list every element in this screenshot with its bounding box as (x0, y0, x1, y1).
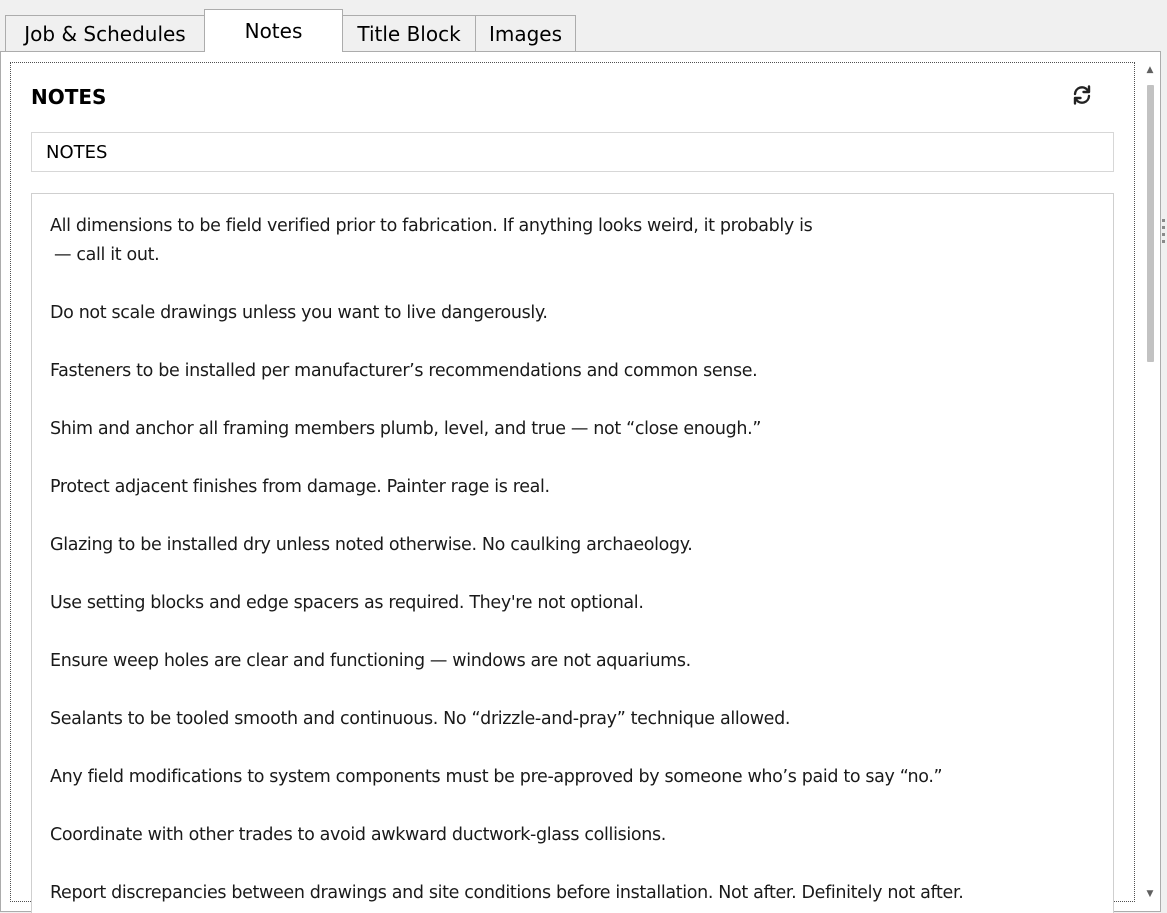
splitter-grip-icon[interactable] (1162, 219, 1166, 243)
note-line: Do not scale drawings unless you want to… (50, 303, 548, 323)
scroll-thumb[interactable] (1147, 85, 1154, 362)
note-line: Protect adjacent finishes from damage. P… (50, 477, 550, 497)
tab-job-schedules[interactable]: Job & Schedules (5, 15, 205, 51)
tab-notes[interactable]: Notes (204, 9, 343, 52)
note-line: Fasteners to be installed per manufactur… (50, 361, 758, 381)
vertical-scrollbar[interactable]: ▲ ▼ (1141, 62, 1159, 902)
notes-heading: NOTES (31, 85, 107, 109)
note-line: Report discrepancies between drawings an… (50, 883, 964, 903)
note-line: Ensure weep holes are clear and function… (50, 651, 691, 671)
note-line: — call it out. (54, 245, 160, 265)
note-line: Glazing to be installed dry unless noted… (50, 535, 693, 555)
scroll-down-arrow-icon[interactable]: ▼ (1141, 886, 1159, 902)
notes-textarea[interactable]: All dimensions to be field verified prio… (31, 193, 1114, 913)
note-line: Any field modifications to system compon… (50, 767, 943, 787)
note-line: Sealants to be tooled smooth and continu… (50, 709, 791, 729)
scroll-up-arrow-icon[interactable]: ▲ (1141, 62, 1159, 78)
tab-strip: Job & Schedules Notes Title Block Images (0, 0, 1167, 52)
notes-title-field[interactable] (31, 132, 1114, 172)
tab-images[interactable]: Images (475, 15, 576, 51)
note-line: All dimensions to be field verified prio… (50, 216, 813, 236)
note-line: Shim and anchor all framing members plum… (50, 419, 762, 439)
refresh-icon[interactable] (1069, 82, 1095, 108)
tab-title-block[interactable]: Title Block (342, 15, 476, 51)
note-line: Use setting blocks and edge spacers as r… (50, 593, 644, 613)
notes-tab-panel: NOTES All dimensions to be field verifie… (0, 51, 1161, 913)
note-line: Coordinate with other trades to avoid aw… (50, 825, 666, 845)
